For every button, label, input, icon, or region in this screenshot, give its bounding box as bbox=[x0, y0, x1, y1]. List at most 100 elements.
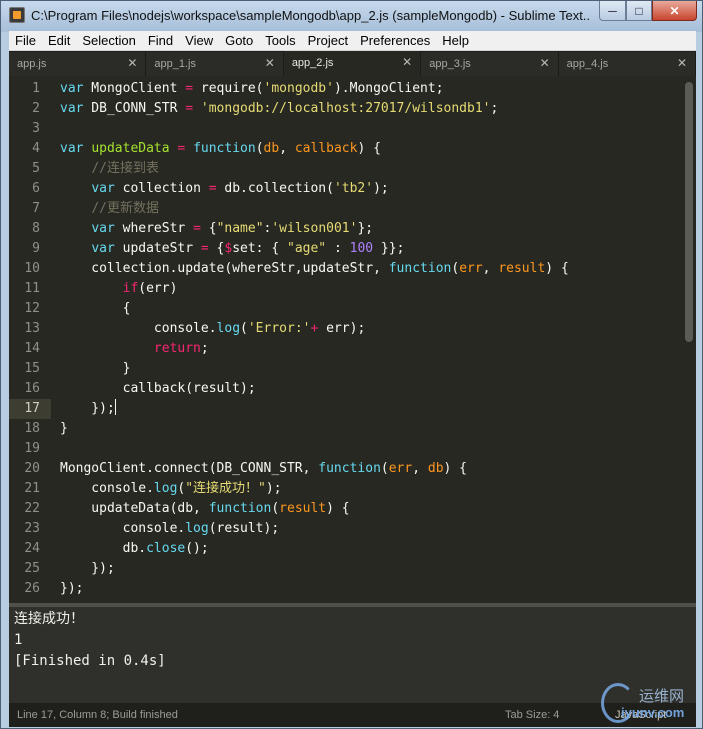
code-line[interactable]: var updateData = function(db, callback) … bbox=[60, 139, 690, 159]
line-number: 7 bbox=[32, 201, 40, 216]
menu-goto[interactable]: Goto bbox=[219, 31, 259, 51]
window-title: C:\Program Files\nodejs\workspace\sample… bbox=[31, 8, 591, 23]
line-number: 25 bbox=[24, 561, 40, 576]
tab-app-4-js[interactable]: app_4.js ✕ bbox=[558, 52, 697, 76]
code-line[interactable]: updateData(db, function(result) { bbox=[60, 499, 690, 519]
menu-file[interactable]: File bbox=[9, 31, 42, 51]
line-number: 2 bbox=[32, 101, 40, 116]
line-number: 21 bbox=[24, 481, 40, 496]
menu-find[interactable]: Find bbox=[142, 31, 179, 51]
code-line[interactable]: } bbox=[60, 359, 690, 379]
output-line: 1 bbox=[14, 632, 23, 648]
line-number: 14 bbox=[24, 341, 40, 356]
line-number: 24 bbox=[24, 541, 40, 556]
code-line[interactable]: } bbox=[60, 419, 690, 439]
line-number: 19 bbox=[24, 441, 40, 456]
sublime-window: C:\Program Files\nodejs\workspace\sample… bbox=[0, 0, 703, 729]
close-icon[interactable]: ✕ bbox=[265, 56, 275, 70]
line-number: 10 bbox=[24, 261, 40, 276]
code-line[interactable]: db.close(); bbox=[60, 539, 690, 559]
line-number: 4 bbox=[32, 141, 40, 156]
menu-project[interactable]: Project bbox=[302, 31, 354, 51]
maximize-button[interactable]: □ bbox=[626, 1, 652, 21]
close-button[interactable]: ✕ bbox=[652, 1, 697, 21]
close-icon[interactable]: ✕ bbox=[127, 56, 137, 70]
line-number: 22 bbox=[24, 501, 40, 516]
line-number: 8 bbox=[32, 221, 40, 236]
code-line[interactable]: return; bbox=[60, 339, 690, 359]
close-icon[interactable]: ✕ bbox=[677, 56, 687, 70]
code-line[interactable]: //连接到表 bbox=[60, 159, 690, 179]
line-number: 26 bbox=[24, 581, 40, 596]
code-line[interactable]: MongoClient.connect(DB_CONN_STR, functio… bbox=[60, 459, 690, 479]
tab-app-1-js[interactable]: app_1.js ✕ bbox=[146, 52, 284, 76]
line-number-gutter: 1 2 3 4 5 6 7 8 9 10 11 12 13 14 15 16 17 18 19 20 21 22 23 24 2… bbox=[9, 76, 51, 603]
line-number: 15 bbox=[24, 361, 40, 376]
code-line[interactable]: //更新数据 bbox=[60, 199, 690, 219]
status-position: Line 17, Column 8; Build finished bbox=[17, 709, 178, 721]
code-line[interactable]: var DB_CONN_STR = 'mongodb://localhost:2… bbox=[60, 99, 690, 119]
code-line[interactable]: collection.update(whereStr,updateStr, fu… bbox=[60, 259, 690, 279]
output-line: 连接成功！ bbox=[14, 611, 84, 627]
code-line[interactable] bbox=[60, 119, 690, 139]
menu-help[interactable]: Help bbox=[436, 31, 475, 51]
tab-app-2-js[interactable]: app_2.js ✕ bbox=[283, 51, 422, 76]
code-line[interactable]: console.log('Error:'+ err); bbox=[60, 319, 690, 339]
build-output-panel: 连接成功！ 1 [Finished in 0.4s] bbox=[9, 607, 696, 703]
watermark-url: iyunv.com bbox=[621, 705, 685, 720]
tab-app-3-js[interactable]: app_3.js ✕ bbox=[421, 52, 559, 76]
tab-label: app_4.js bbox=[566, 58, 609, 70]
menu-selection[interactable]: Selection bbox=[76, 31, 141, 51]
menu-bar: File Edit Selection Find View Goto Tools… bbox=[9, 31, 696, 51]
line-number: 16 bbox=[24, 381, 40, 396]
close-icon[interactable]: ✕ bbox=[540, 56, 550, 70]
status-bar: Line 17, Column 8; Build finished Tab Si… bbox=[9, 703, 696, 727]
line-number: 9 bbox=[32, 241, 40, 256]
menu-tools[interactable]: Tools bbox=[259, 31, 301, 51]
line-number: 23 bbox=[24, 521, 40, 536]
code-line[interactable]: console.log(result); bbox=[60, 519, 690, 539]
scrollbar-thumb[interactable] bbox=[685, 82, 693, 342]
code-line[interactable]: var whereStr = {"name":'wilson001'}; bbox=[60, 219, 690, 239]
line-number: 13 bbox=[24, 321, 40, 336]
status-tab-size[interactable]: Tab Size: 4 bbox=[505, 709, 559, 721]
code-line[interactable]: console.log("连接成功！"); bbox=[60, 479, 690, 499]
code-line[interactable]: callback(result); bbox=[60, 379, 690, 399]
code-line[interactable]: { bbox=[60, 299, 690, 319]
vertical-scrollbar[interactable] bbox=[685, 82, 693, 597]
tab-label: app_2.js bbox=[291, 57, 334, 69]
line-number: 6 bbox=[32, 181, 40, 196]
menu-preferences[interactable]: Preferences bbox=[354, 31, 436, 51]
title-bar[interactable]: C:\Program Files\nodejs\workspace\sample… bbox=[1, 1, 702, 31]
tab-label: app_1.js bbox=[154, 58, 196, 70]
line-number: 3 bbox=[32, 121, 40, 136]
code-line[interactable]: }); bbox=[60, 579, 690, 599]
code-line[interactable] bbox=[60, 439, 690, 459]
line-number: 20 bbox=[24, 461, 40, 476]
line-number: 12 bbox=[24, 301, 40, 316]
menu-edit[interactable]: Edit bbox=[42, 31, 76, 51]
line-number: 5 bbox=[32, 161, 40, 176]
tab-app-js[interactable]: app.js ✕ bbox=[9, 52, 147, 76]
sublime-app-icon bbox=[9, 7, 25, 23]
code-line[interactable]: }); bbox=[60, 399, 690, 419]
close-icon[interactable]: ✕ bbox=[402, 55, 412, 69]
code-editor[interactable]: 1 2 3 4 5 6 7 8 9 10 11 12 13 14 15 16 17 18 19 20 21 22 23 24 2… bbox=[9, 76, 696, 603]
code-line[interactable]: var updateStr = {$set: { "age" : 100 }}; bbox=[60, 239, 690, 259]
line-number: 17 bbox=[24, 401, 40, 416]
tab-bar: app.js ✕ app_1.js ✕ app_2.js ✕ app_3.js … bbox=[9, 51, 697, 76]
text-caret bbox=[114, 399, 116, 415]
code-line[interactable]: }); bbox=[60, 559, 690, 579]
menu-view[interactable]: View bbox=[179, 31, 219, 51]
code-text-area[interactable]: var MongoClient = require('mongodb').Mon… bbox=[51, 76, 681, 603]
line-number: 18 bbox=[24, 421, 40, 436]
output-line: [Finished in 0.4s] bbox=[14, 653, 166, 669]
code-line[interactable]: if(err) bbox=[60, 279, 690, 299]
tab-label: app_3.js bbox=[429, 58, 471, 70]
watermark-text: 运维网 bbox=[639, 688, 685, 705]
minimize-button[interactable]: ─ bbox=[599, 1, 626, 21]
tab-label: app.js bbox=[17, 58, 47, 70]
line-number: 11 bbox=[24, 281, 40, 296]
code-line[interactable]: var collection = db.collection('tb2'); bbox=[60, 179, 690, 199]
code-line[interactable]: var MongoClient = require('mongodb').Mon… bbox=[60, 79, 690, 99]
